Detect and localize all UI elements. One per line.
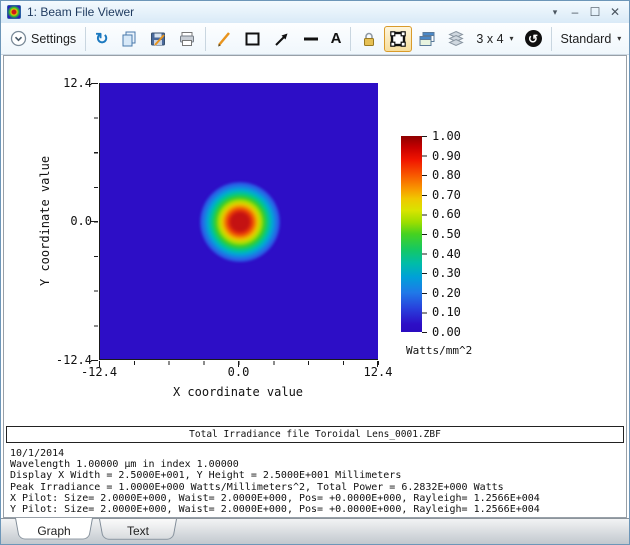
tabbar: Graph Text — [1, 518, 629, 544]
grid-layout-dropdown[interactable]: 3 x 4 ▾ — [471, 26, 518, 52]
minimize-button[interactable]: – — [567, 3, 583, 21]
colorbar-label: 0.10 — [432, 305, 461, 319]
layers-button[interactable] — [442, 26, 470, 52]
copy-icon — [120, 30, 138, 48]
colorbar-label: 0.70 — [432, 188, 461, 202]
toolbar-separator — [550, 26, 552, 51]
y-axis-ticks — [94, 83, 98, 361]
rectangle-icon — [244, 30, 262, 48]
fit-window-button[interactable] — [384, 25, 413, 52]
clone-window-icon — [418, 30, 436, 48]
text-annotation-button[interactable]: A — [326, 26, 347, 52]
colorbar-ticks — [422, 136, 427, 333]
window-menu-button[interactable]: ▾ — [547, 3, 563, 21]
colorbar-label: 0.90 — [432, 149, 461, 163]
x-tick-label: 12.4 — [363, 365, 393, 379]
toolbar-separator — [85, 26, 87, 51]
y-tick-label: 12.4 — [63, 76, 92, 90]
info-line: Peak Irradiance = 1.0000E+000 Watts/Mill… — [10, 481, 504, 493]
arrow-icon — [273, 30, 291, 48]
y-axis-major-tick — [91, 221, 98, 222]
x-axis-major-tick — [238, 361, 239, 367]
print-icon — [178, 30, 196, 48]
print-button[interactable] — [173, 26, 201, 52]
pencil-icon — [215, 30, 233, 48]
info-line: Display X Width = 2.5000E+001, Y Height … — [10, 470, 402, 482]
x-axis-major-tick — [99, 361, 100, 367]
beam-irradiance-plot — [99, 83, 378, 360]
fit-window-icon — [389, 30, 407, 48]
x-axis-ticks — [99, 361, 379, 365]
colorbar-label: 0.60 — [432, 207, 461, 221]
colorbar-label: 0.80 — [432, 168, 461, 182]
line-icon — [302, 30, 320, 48]
colorbar — [401, 136, 422, 332]
info-line: X Pilot: Size= 2.0000E+000, Waist= 2.000… — [10, 492, 540, 504]
x-tick-label: -12.4 — [80, 365, 118, 379]
info-panel: 10/1/2014 Wavelength 1.00000 µm in index… — [10, 448, 622, 515]
reset-view-button[interactable]: ↺ — [520, 26, 547, 52]
x-axis-label: X coordinate value — [172, 385, 304, 399]
tab-graph[interactable]: Graph — [15, 518, 93, 542]
maximize-button[interactable]: ☐ — [587, 3, 603, 21]
chevron-down-icon: ▾ — [509, 34, 514, 43]
rectangle-annotation-button[interactable] — [239, 26, 267, 52]
colorbar-label: 0.20 — [432, 286, 461, 300]
colorbar-unit: Watts/mm^2 — [406, 344, 473, 357]
tab-text[interactable]: Text — [99, 519, 177, 542]
copy-button[interactable] — [115, 26, 143, 52]
y-axis-major-tick — [91, 360, 98, 361]
beam-spot — [199, 181, 280, 262]
app-icon — [7, 5, 21, 19]
standard-dropdown[interactable]: Standard ▾ — [556, 26, 627, 52]
y-tick-label: 0.0 — [70, 214, 92, 228]
refresh-icon: ↻ — [95, 30, 109, 48]
info-line: Y Pilot: Size= 2.0000E+000, Waist= 2.000… — [10, 504, 540, 516]
toolbar: Settings ↻ A 3 x 4 ▾ ↺ Standard ▾ — [1, 23, 629, 55]
toolbar-separator — [350, 26, 352, 51]
y-axis-major-tick — [91, 83, 98, 84]
line-annotation-button[interactable] — [297, 26, 325, 52]
text-tool-icon: A — [330, 30, 342, 47]
lock-icon — [360, 30, 378, 48]
colorbar-label: 1.00 — [432, 129, 461, 143]
x-axis-major-tick — [377, 361, 378, 367]
close-button[interactable]: ✕ — [607, 3, 623, 21]
settings-button[interactable]: Settings — [5, 26, 81, 52]
lock-button[interactable] — [355, 26, 383, 52]
settings-chevron-icon — [10, 30, 27, 47]
chevron-down-icon: ▾ — [617, 34, 622, 43]
info-line: 10/1/2014 — [10, 448, 65, 459]
save-icon — [149, 30, 167, 48]
colorbar-label: 0.00 — [432, 325, 461, 339]
colorbar-label: 0.50 — [432, 227, 461, 241]
graph-panel: Y coordinate value X coordinate value 12… — [3, 55, 627, 518]
clone-window-button[interactable] — [413, 26, 441, 52]
layers-icon — [447, 30, 465, 48]
save-button[interactable] — [144, 26, 172, 52]
toolbar-separator — [204, 26, 206, 51]
window-controls: ▾ – ☐ ✕ — [547, 3, 623, 21]
titlebar[interactable]: 1: Beam File Viewer ▾ – ☐ ✕ — [1, 1, 629, 23]
window-title: 1: Beam File Viewer — [27, 5, 135, 19]
info-line: Wavelength 1.00000 µm in index 1.00000 — [10, 459, 239, 471]
plot-title: Total Irradiance file Toroidal Lens_0001… — [6, 426, 624, 443]
colorbar-label: 0.30 — [432, 266, 461, 280]
x-tick-label: 0.0 — [227, 365, 250, 379]
arrow-annotation-button[interactable] — [268, 26, 296, 52]
pencil-annotation-button[interactable] — [210, 26, 238, 52]
colorbar-label: 0.40 — [432, 247, 461, 261]
reset-icon: ↺ — [524, 30, 542, 47]
refresh-button[interactable]: ↻ — [90, 26, 113, 52]
beam-file-viewer-window: 1: Beam File Viewer ▾ – ☐ ✕ Settings ↻ A… — [0, 0, 630, 545]
